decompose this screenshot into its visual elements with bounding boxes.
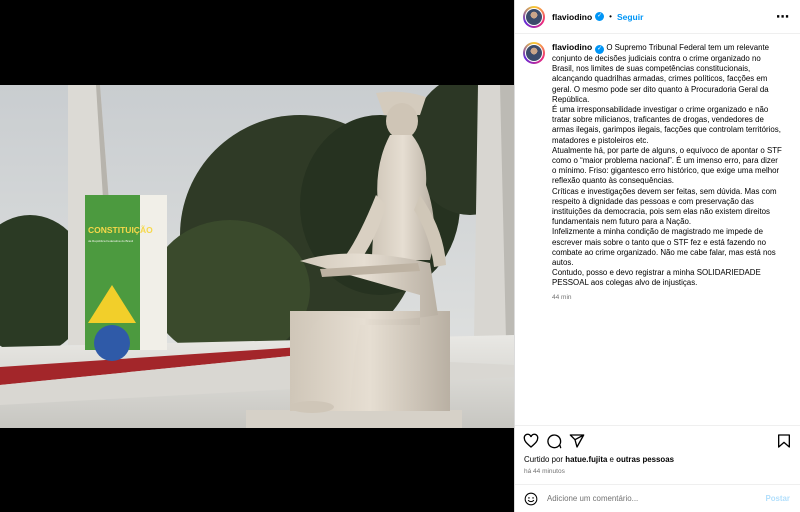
caption-line: Contudo, posso e devo registrar a minha … — [552, 268, 761, 278]
verified-badge-icon: ✓ — [595, 12, 605, 21]
caption-line: geral. O mesmo pode ser dito quanto à Pr… — [552, 84, 769, 94]
caption-line: o mínimo. Friso: gigantesco erro históri… — [552, 166, 780, 176]
caption-line: escrever mais sobre o tanto que o STF fe… — [552, 237, 767, 247]
likes-others-link[interactable]: outras pessoas — [616, 455, 674, 464]
avatar[interactable] — [523, 5, 545, 28]
header-username[interactable]: flaviodino — [552, 12, 592, 22]
emoji-icon[interactable] — [524, 492, 538, 506]
caption-line: Infelizmente a minha condição de magistr… — [552, 227, 763, 237]
caption-line: autos. — [552, 258, 574, 268]
book-title-text: CONSTITUIÇÃO — [88, 225, 153, 235]
caption-line: alcançando quadrilhas armadas, crimes po… — [552, 74, 768, 84]
caption-line: combate ao crime organizado. Não me cabe… — [552, 247, 776, 257]
caption-username[interactable]: flaviodino — [552, 42, 592, 52]
caption-line: matadores e pistoleiros etc. — [552, 135, 649, 145]
post-media[interactable]: CONSTITUIÇÃO da República Federativa do … — [0, 0, 514, 512]
follow-button[interactable]: Seguir — [617, 12, 643, 22]
instagram-post-viewer: CONSTITUIÇÃO da República Federativa do … — [0, 0, 800, 512]
heart-icon[interactable] — [523, 433, 539, 449]
caption-line: reflexão quanto às consequências. — [552, 176, 674, 186]
caption-line: flaviodino ✓ O Supremo Tribunal Federal t… — [552, 42, 770, 54]
likes-user-link[interactable]: hatue.fujita — [565, 455, 607, 464]
caption-line: República. — [552, 94, 590, 104]
caption-section: flaviodino ✓ O Supremo Tribunal Federal t… — [515, 34, 800, 420]
comment-bar: Postar — [515, 484, 800, 512]
caption-avatar[interactable] — [523, 42, 545, 64]
book-subtitle-text: da República Federativa do Brasil — [88, 239, 133, 243]
separator-dot: • — [609, 12, 612, 21]
post-timestamp[interactable]: há 44 minutos — [524, 468, 565, 475]
share-icon[interactable] — [569, 433, 585, 449]
caption-text: flaviodino ✓ O Supremo Tribunal Federal t… — [552, 42, 790, 303]
post-side-panel: flaviodino ✓ • Seguir ⋯ flaviodino ✓ O Su… — [514, 0, 800, 512]
bookmark-icon[interactable] — [776, 433, 792, 449]
caption-line: conjunto de decisões judiciais contra o … — [552, 54, 761, 63]
caption-line: Brasil, nos limites de suas competências… — [552, 64, 751, 74]
likes-and: e — [609, 455, 614, 464]
likes-summary: Curtido por hatue.fujita e outras pessoa… — [524, 455, 674, 464]
action-bar — [515, 425, 800, 455]
caption-timestamp[interactable]: 44 min — [552, 293, 790, 303]
comment-input[interactable] — [547, 494, 766, 503]
post-header: flaviodino ✓ • Seguir ⋯ — [515, 0, 800, 34]
caption-line: É uma irresponsabilidade investigar o cr… — [552, 105, 769, 115]
caption-line: fundamentais nem futuro para a Nação. — [552, 217, 692, 227]
caption-line: Atualmente há, por parte de alguns, o eq… — [552, 145, 782, 155]
post-photo: CONSTITUIÇÃO da República Federativa do … — [0, 85, 514, 428]
caption-line: armas ilegais, garimpos ilegais, facções… — [552, 125, 781, 135]
caption-line: instituições da democracia, pois sem ela… — [552, 207, 770, 217]
caption-line: respeito à dignidade das pessoas e com p… — [552, 196, 754, 206]
verified-badge-icon: ✓ — [595, 45, 605, 54]
likes-prefix: Curtido por — [524, 455, 564, 464]
comment-icon[interactable] — [546, 433, 562, 449]
caption-line: como o “maior problema nacional”. É um i… — [552, 156, 778, 166]
caption-line: Críticas e investigações devem ser feita… — [552, 186, 777, 196]
more-options-icon[interactable]: ⋯ — [776, 10, 790, 23]
caption-line: tratar sobre milicianos, traficantes de … — [552, 115, 764, 125]
post-comment-button[interactable]: Postar — [765, 494, 790, 503]
caption-line: PESSOAL aos colegas alvo de injustiças. — [552, 278, 698, 288]
